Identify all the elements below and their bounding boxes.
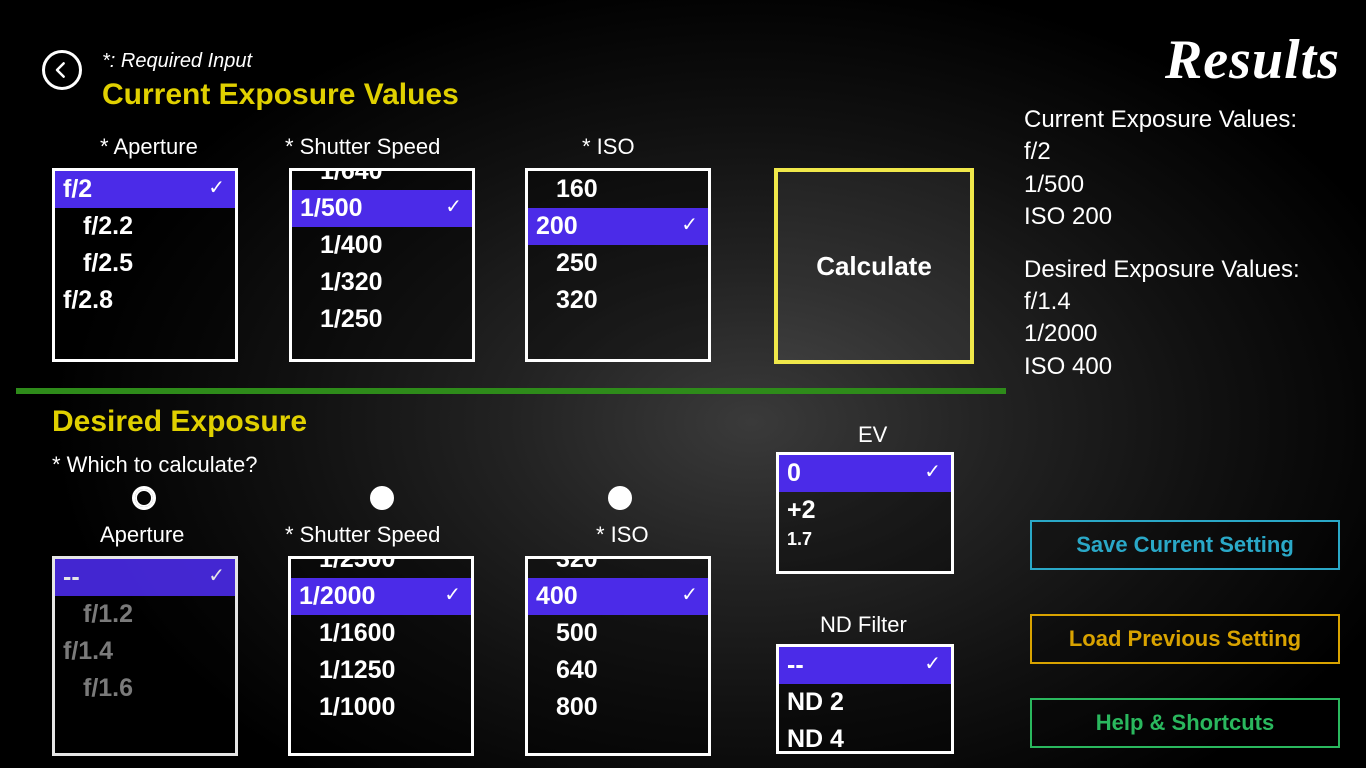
list-item[interactable]: 1/1000 [291, 689, 471, 726]
results-line: f/1.4 [1024, 286, 1300, 318]
list-item[interactable]: ND 4 [779, 721, 951, 754]
list-item[interactable]: 1/1250 [291, 652, 471, 689]
list-item[interactable]: f/2.2 [55, 208, 235, 245]
radio-iso[interactable] [608, 486, 632, 510]
list-item[interactable]: -- [55, 559, 235, 596]
results-panel: Current Exposure Values: f/2 1/500 ISO 2… [1024, 104, 1300, 383]
list-item[interactable]: 250 [528, 245, 708, 282]
list-item[interactable]: 1/2500 [291, 556, 471, 578]
calculate-button[interactable]: Calculate [774, 168, 974, 364]
list-item[interactable]: 1/400 [292, 227, 472, 264]
list-item[interactable]: 1/640 [292, 168, 472, 190]
load-previous-setting-button[interactable]: Load Previous Setting [1030, 614, 1340, 664]
list-item[interactable]: ND 2 [779, 684, 951, 721]
heading-current: Current Exposure Values [102, 78, 459, 112]
list-item[interactable]: 800 [528, 689, 708, 726]
label-desired-shutter: * Shutter Speed [285, 522, 440, 548]
results-line: ISO 400 [1024, 351, 1300, 383]
label-aperture: * Aperture [100, 134, 198, 160]
results-line: ISO 200 [1024, 201, 1300, 233]
list-item[interactable]: f/1.6 [55, 670, 235, 707]
list-item[interactable]: 1/500 [292, 190, 472, 227]
listbox-current-iso[interactable]: 160 200 250 320 [525, 168, 711, 362]
radio-aperture[interactable] [132, 486, 156, 510]
list-item[interactable]: f/1.4 [55, 633, 235, 670]
label-which-to-calculate: * Which to calculate? [52, 452, 257, 478]
heading-desired: Desired Exposure [52, 405, 307, 439]
list-item[interactable]: 320 [528, 282, 708, 319]
listbox-desired-iso[interactable]: 320 400 500 640 800 [525, 556, 711, 756]
list-item[interactable]: 500 [528, 615, 708, 652]
list-item[interactable]: 1/2000 [291, 578, 471, 615]
list-item[interactable]: 1/250 [292, 301, 472, 338]
listbox-desired-aperture[interactable]: -- f/1.2 f/1.4 f/1.6 [52, 556, 238, 756]
back-button[interactable] [42, 50, 82, 90]
list-item[interactable]: 400 [528, 578, 708, 615]
list-item[interactable]: 0 [779, 455, 951, 492]
results-line: 1/2000 [1024, 318, 1300, 350]
save-current-setting-button[interactable]: Save Current Setting [1030, 520, 1340, 570]
listbox-desired-shutter[interactable]: 1/2500 1/2000 1/1600 1/1250 1/1000 [288, 556, 474, 756]
required-note: *: Required Input [102, 50, 252, 73]
list-item[interactable]: 1/1600 [291, 615, 471, 652]
label-desired-aperture: Aperture [100, 522, 184, 548]
label-ev: EV [858, 422, 887, 448]
list-item[interactable]: +2 [779, 492, 951, 529]
list-item[interactable]: 1/320 [292, 264, 472, 301]
listbox-current-aperture[interactable]: f/2 f/2.2 f/2.5 f/2.8 [52, 168, 238, 362]
section-divider [16, 388, 1006, 394]
label-shutter-speed: * Shutter Speed [285, 134, 440, 160]
list-item[interactable]: f/2 [55, 171, 235, 208]
list-item[interactable]: 640 [528, 652, 708, 689]
list-item[interactable]: f/2.8 [55, 282, 235, 319]
results-title: Results [1165, 28, 1340, 92]
list-item[interactable]: 1.7 [779, 529, 951, 554]
arrow-left-icon [52, 60, 72, 80]
list-item[interactable]: f/2.5 [55, 245, 235, 282]
listbox-current-shutter[interactable]: 1/640 1/500 1/400 1/320 1/250 [289, 168, 475, 362]
list-item[interactable]: 320 [528, 556, 708, 578]
list-item[interactable]: 200 [528, 208, 708, 245]
list-item[interactable]: 160 [528, 171, 708, 208]
label-iso: * ISO [582, 134, 635, 160]
results-line: Desired Exposure Values: [1024, 254, 1300, 286]
label-desired-iso: * ISO [596, 522, 649, 548]
label-nd-filter: ND Filter [820, 612, 907, 638]
listbox-nd-filter[interactable]: -- ND 2 ND 4 [776, 644, 954, 754]
listbox-ev[interactable]: 0 +2 1.7 [776, 452, 954, 574]
results-line: 1/500 [1024, 169, 1300, 201]
results-line: f/2 [1024, 136, 1300, 168]
list-item[interactable]: -- [779, 647, 951, 684]
results-line: Current Exposure Values: [1024, 104, 1300, 136]
radio-shutter[interactable] [370, 486, 394, 510]
help-shortcuts-button[interactable]: Help & Shortcuts [1030, 698, 1340, 748]
list-item[interactable]: f/1.2 [55, 596, 235, 633]
